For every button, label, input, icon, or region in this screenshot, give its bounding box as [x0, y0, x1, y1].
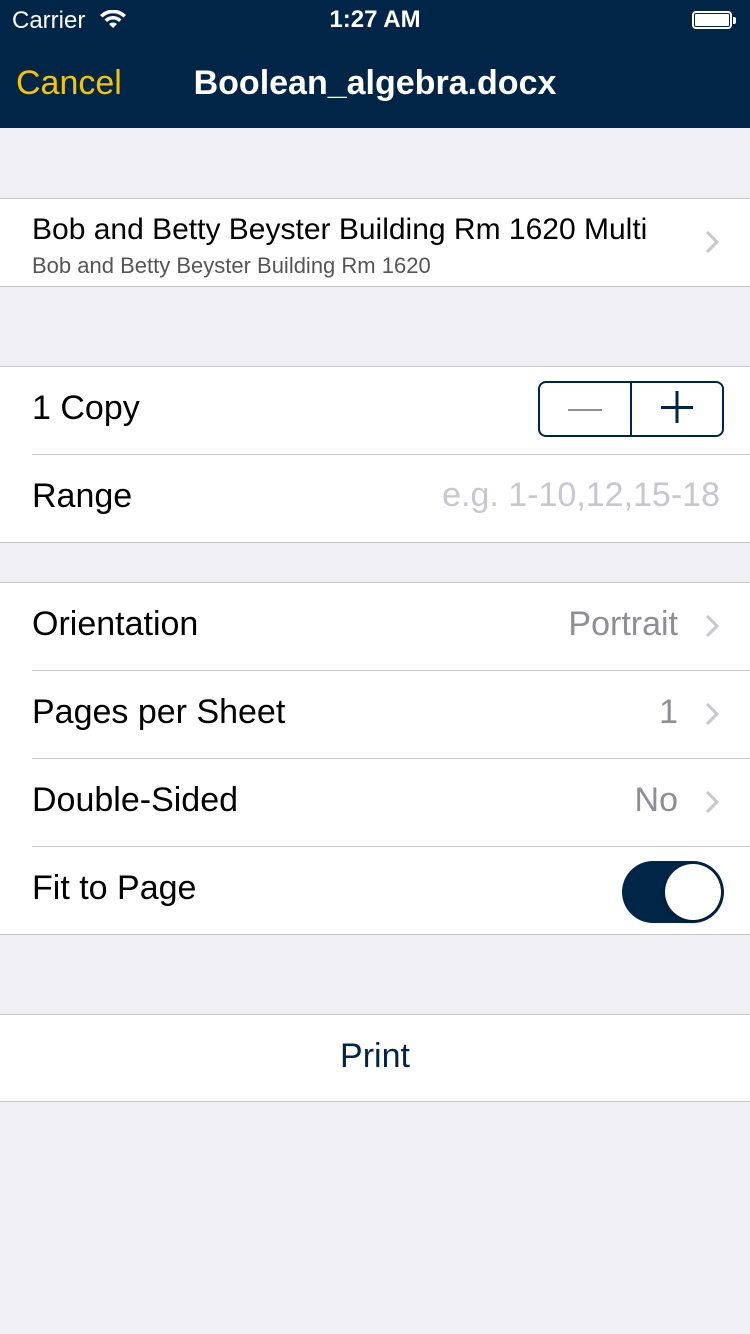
fit-to-page-label: Fit to Page	[32, 869, 197, 907]
cancel-button[interactable]: Cancel	[16, 64, 122, 103]
copies-range-group: 1 Copy Range	[0, 366, 750, 543]
toggle-knob	[665, 864, 721, 920]
orientation-value: Portrait	[568, 605, 678, 643]
copies-label: 1 Copy	[32, 389, 140, 427]
increment-button[interactable]	[632, 383, 722, 435]
print-group: Print	[0, 1014, 750, 1102]
range-label: Range	[32, 477, 133, 515]
plus-icon	[661, 390, 693, 428]
clock: 1:27 AM	[329, 6, 421, 33]
printer-name: Bob and Betty Beyster Building Rm 1620 M…	[32, 213, 648, 246]
range-input[interactable]	[298, 475, 722, 516]
chevron-right-icon	[704, 701, 720, 732]
battery-icon	[692, 11, 738, 31]
decrement-button[interactable]	[540, 383, 630, 435]
pages-per-sheet-label: Pages per Sheet	[32, 693, 286, 731]
minus-icon	[568, 400, 602, 418]
double-sided-row[interactable]: Double-Sided No	[32, 758, 750, 846]
copies-stepper[interactable]	[538, 381, 724, 437]
fit-to-page-row: Fit to Page	[32, 846, 750, 934]
range-row: Range	[32, 454, 750, 542]
pages-per-sheet-value: 1	[659, 693, 678, 731]
status-bar: Carrier 1:27 AM	[0, 0, 750, 40]
chevron-right-icon	[704, 789, 720, 820]
double-sided-label: Double-Sided	[32, 781, 239, 819]
double-sided-value: No	[634, 781, 678, 819]
copies-row: 1 Copy	[0, 367, 750, 454]
orientation-row[interactable]: Orientation Portrait	[0, 583, 750, 670]
chevron-right-icon	[704, 613, 720, 644]
printer-location: Bob and Betty Beyster Building Rm 1620	[32, 253, 431, 278]
fit-to-page-toggle[interactable]	[622, 861, 724, 923]
print-button[interactable]: Print	[0, 1037, 750, 1076]
printer-row[interactable]: Bob and Betty Beyster Building Rm 1620 M…	[0, 199, 750, 286]
options-group: Orientation Portrait Pages per Sheet 1 D…	[0, 582, 750, 935]
orientation-label: Orientation	[32, 605, 199, 643]
printer-group: Bob and Betty Beyster Building Rm 1620 M…	[0, 198, 750, 287]
chevron-right-icon	[704, 229, 720, 260]
navigation-bar: Boolean_algebra.docx Cancel	[0, 40, 750, 128]
pages-per-sheet-row[interactable]: Pages per Sheet 1	[32, 670, 750, 758]
